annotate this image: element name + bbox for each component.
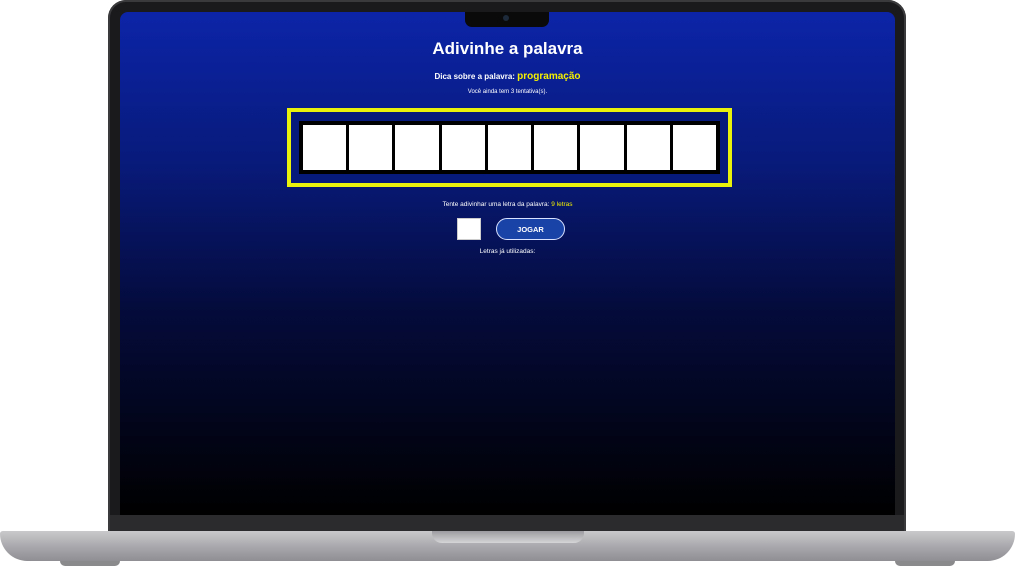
letter-slot	[579, 124, 625, 171]
letter-slot	[394, 124, 440, 171]
game-screen: Adivinhe a palavra Dica sobre a palavra:…	[120, 12, 895, 515]
letter-slot	[625, 124, 671, 171]
letter-slot	[348, 124, 394, 171]
hint-label: Dica sobre a palavra:	[434, 72, 515, 81]
letter-slot	[533, 124, 579, 171]
laptop-opening-notch	[432, 531, 584, 543]
hint-line: Dica sobre a palavra: programação	[120, 71, 895, 82]
letter-count: 9 letras	[551, 201, 573, 208]
letter-slots	[299, 121, 720, 174]
laptop-foot-right	[895, 561, 955, 566]
camera-notch	[465, 12, 549, 27]
letter-slot	[440, 124, 486, 171]
guess-prompt: Tente adivinhar uma letra da palavra: 9 …	[120, 201, 895, 208]
letter-slot	[486, 124, 533, 171]
letter-slot	[302, 124, 348, 171]
laptop-foot-left	[60, 561, 120, 566]
letter-input[interactable]	[457, 218, 481, 240]
laptop-chin	[110, 515, 904, 531]
hint-word: programação	[517, 71, 581, 82]
letter-slot	[671, 124, 717, 171]
page-title: Adivinhe a palavra	[432, 39, 583, 58]
guess-prompt-label: Tente adivinhar uma letra da palavra:	[442, 201, 550, 208]
play-button[interactable]: JOGAR	[496, 218, 565, 240]
word-board	[287, 108, 732, 187]
attempts-remaining: Você ainda tem 3 tentativa(s).	[467, 89, 548, 95]
used-letters-label: Letras já utilizadas:	[479, 248, 536, 255]
camera-icon	[503, 15, 509, 21]
